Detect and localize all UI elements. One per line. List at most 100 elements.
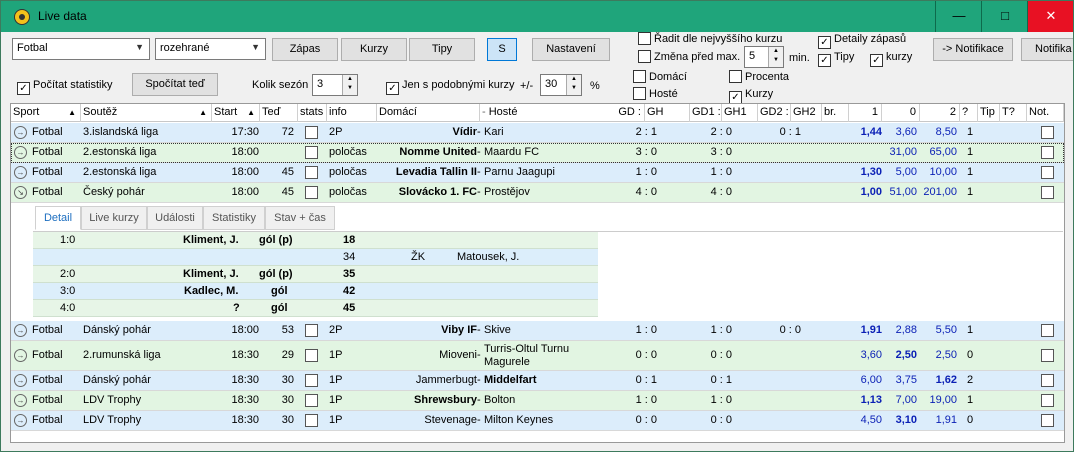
- col-gh[interactable]: GH: [645, 104, 690, 122]
- stats-checkbox[interactable]: [305, 146, 318, 159]
- zmena-checkbox[interactable]: Změna před max.: [638, 50, 740, 64]
- expand-arrow-icon[interactable]: →: [14, 374, 27, 387]
- col-start[interactable]: Start ▲: [212, 104, 260, 122]
- checkbox-box[interactable]: [638, 32, 651, 45]
- zmena-stepper[interactable]: 5 ▲ ▼: [744, 46, 784, 68]
- table-row[interactable]: → Fotbal 2.estonská liga 18:00 poločas Nomme …: [11, 143, 1064, 163]
- col-br[interactable]: br.: [822, 104, 849, 122]
- col-gd1[interactable]: GD1 :: [690, 104, 722, 122]
- col-q[interactable]: ?: [960, 104, 978, 122]
- notifikace2-button[interactable]: Notifika: [1021, 38, 1073, 61]
- kurzy-button[interactable]: Kurzy: [341, 38, 407, 61]
- col-gh2[interactable]: GH2: [791, 104, 822, 122]
- tab-udalosti[interactable]: Události: [147, 206, 203, 230]
- expand-arrow-icon[interactable]: →: [14, 394, 27, 407]
- spin-arrows-icon[interactable]: ▲ ▼: [566, 75, 581, 95]
- expand-arrow-icon[interactable]: →: [14, 126, 27, 139]
- kurzy2-checkbox[interactable]: ✓ Kurzy: [729, 87, 773, 104]
- notify-checkbox[interactable]: [1041, 186, 1054, 199]
- notify-checkbox[interactable]: [1041, 324, 1054, 337]
- procenta-checkbox[interactable]: Procenta: [729, 70, 789, 84]
- col-o2[interactable]: 2: [920, 104, 960, 122]
- tipy-checkbox[interactable]: ✓ Tipy: [818, 50, 854, 67]
- col-gd2[interactable]: GD2 :: [758, 104, 791, 122]
- col-gh1[interactable]: GH1: [722, 104, 758, 122]
- col-tip[interactable]: Tip: [978, 104, 1000, 122]
- col-sport[interactable]: Sport ▲: [11, 104, 81, 122]
- tab-stav-cas[interactable]: Stav + čas: [265, 206, 335, 230]
- check-icon[interactable]: ✓: [870, 54, 883, 67]
- checkbox-box[interactable]: [638, 50, 651, 63]
- check-icon[interactable]: ✓: [818, 54, 831, 67]
- col-soutez[interactable]: Soutěž ▲: [81, 104, 212, 122]
- col-ted[interactable]: Teď: [260, 104, 298, 122]
- hoste-checkbox[interactable]: Hosté: [633, 87, 678, 101]
- col-info[interactable]: info: [327, 104, 377, 122]
- checkbox-box[interactable]: [729, 70, 742, 83]
- expand-arrow-icon[interactable]: →: [14, 414, 27, 427]
- col-o1[interactable]: 1: [849, 104, 882, 122]
- tab-statistiky[interactable]: Statistiky: [203, 206, 265, 230]
- expand-arrow-icon[interactable]: →: [14, 324, 27, 337]
- table-row[interactable]: → Fotbal 3.islandská liga 17:30 72 2P Vídir - Ka…: [11, 123, 1064, 143]
- stats-checkbox[interactable]: [305, 394, 318, 407]
- notify-checkbox[interactable]: [1041, 394, 1054, 407]
- sport-select[interactable]: Fotbal ▼: [12, 38, 150, 60]
- col-domaci[interactable]: Domácí: [377, 104, 480, 122]
- notify-checkbox[interactable]: [1041, 126, 1054, 139]
- kolik-stepper[interactable]: 3 ▲ ▼: [312, 74, 358, 96]
- notify-checkbox[interactable]: [1041, 146, 1054, 159]
- table-row[interactable]: → Fotbal Dánský pohár 18:00 53 2P Viby IF - Skiv…: [11, 321, 1064, 341]
- col-o0[interactable]: 0: [882, 104, 920, 122]
- col-gd[interactable]: GD :: [613, 104, 645, 122]
- nastaveni-button[interactable]: Nastavení: [532, 38, 610, 61]
- stats-checkbox[interactable]: [305, 126, 318, 139]
- col-not[interactable]: Not.: [1027, 104, 1064, 122]
- table-row[interactable]: ↘ Fotbal Český pohár 18:00 45 poločas Slovácko…: [11, 183, 1064, 203]
- minimize-button[interactable]: —: [936, 1, 982, 32]
- maximize-button[interactable]: □: [982, 1, 1028, 32]
- expanded-arrow-icon[interactable]: ↘: [14, 186, 27, 199]
- spin-arrows-icon[interactable]: ▲ ▼: [342, 75, 357, 95]
- check-icon[interactable]: ✓: [818, 36, 831, 49]
- checkbox-box[interactable]: [633, 70, 646, 83]
- stats-checkbox[interactable]: [305, 324, 318, 337]
- checkbox-box[interactable]: [633, 87, 646, 100]
- spocitat-button[interactable]: Spočítat teď: [132, 73, 218, 96]
- expand-arrow-icon[interactable]: →: [14, 349, 27, 362]
- spin-arrows-icon[interactable]: ▲ ▼: [768, 47, 783, 67]
- expand-arrow-icon[interactable]: →: [14, 166, 27, 179]
- table-row[interactable]: → Fotbal LDV Trophy 18:30 30 1P Shrewsbury - Bol…: [11, 391, 1064, 411]
- check-icon[interactable]: ✓: [386, 82, 399, 95]
- stats-checkbox[interactable]: [305, 186, 318, 199]
- tipy-button[interactable]: Tipy: [409, 38, 475, 61]
- tab-detail[interactable]: Detail: [35, 206, 81, 230]
- kurzy-checkbox[interactable]: ✓ kurzy: [870, 50, 912, 67]
- check-icon[interactable]: ✓: [17, 82, 30, 95]
- stats-checkbox[interactable]: [305, 166, 318, 179]
- stats-checkbox[interactable]: [305, 414, 318, 427]
- zapas-button[interactable]: Zápas: [272, 38, 338, 61]
- table-row[interactable]: → Fotbal LDV Trophy 18:30 30 1P Stevenage - Milt…: [11, 411, 1064, 431]
- stats-checkbox[interactable]: [305, 349, 318, 362]
- table-row[interactable]: → Fotbal 2.estonská liga 18:00 45 poločas Leva…: [11, 163, 1064, 183]
- tab-live-kurzy[interactable]: Live kurzy: [81, 206, 147, 230]
- stats-checkbox[interactable]: [305, 374, 318, 387]
- notify-checkbox[interactable]: [1041, 414, 1054, 427]
- notifikace-button[interactable]: -> Notifikace: [933, 38, 1013, 61]
- expand-arrow-icon[interactable]: →: [14, 146, 27, 159]
- notify-checkbox[interactable]: [1041, 349, 1054, 362]
- jen-checkbox[interactable]: ✓ Jen s podobnými kurzy: [386, 78, 515, 95]
- notify-checkbox[interactable]: [1041, 166, 1054, 179]
- pocitat-checkbox[interactable]: ✓ Počítat statistiky: [17, 78, 112, 95]
- col-stats[interactable]: stats: [298, 104, 327, 122]
- domaci-checkbox[interactable]: Domácí: [633, 70, 687, 84]
- s-button[interactable]: S: [487, 38, 517, 61]
- col-tq[interactable]: T?: [1000, 104, 1027, 122]
- table-row[interactable]: → Fotbal 2.rumunská liga 18:30 29 1P Mioveni - T…: [11, 341, 1064, 371]
- pm-stepper[interactable]: 30 ▲ ▼: [540, 74, 582, 96]
- close-button[interactable]: ✕: [1028, 1, 1073, 32]
- detaily-checkbox[interactable]: ✓ Detaily zápasů: [818, 32, 906, 49]
- col-hoste[interactable]: - Hosté: [480, 104, 613, 122]
- notify-checkbox[interactable]: [1041, 374, 1054, 387]
